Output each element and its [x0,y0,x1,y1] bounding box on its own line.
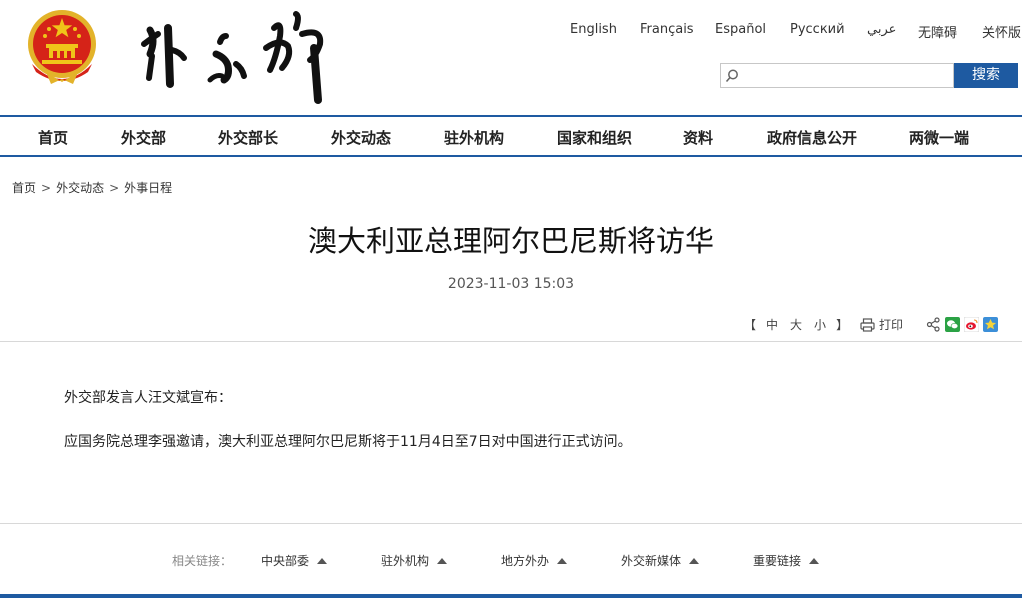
wechat-icon[interactable] [945,317,960,332]
ministry-calligraphy-logo[interactable] [138,8,334,106]
lang-russian-link[interactable]: Русский [790,22,845,37]
triangle-up-icon [317,558,328,564]
print-label: 打印 [879,318,904,332]
print-button[interactable]: 打印 [860,316,903,333]
nav-item-minister[interactable]: 外交部长 [218,127,278,148]
nav-item-ministry[interactable]: 外交部 [121,127,166,148]
triangle-up-icon [689,558,700,564]
nav-item-social-media[interactable]: 两微一端 [909,127,969,148]
search-field [720,63,954,88]
content-divider [0,341,1022,342]
font-bracket-close: 】 [836,318,849,332]
font-bracket-open: 【 [744,318,757,332]
footer-link-label: 驻外机构 [381,554,430,568]
footer-link-label: 中央部委 [261,554,310,568]
printer-icon [860,318,875,332]
font-size-medium[interactable]: 中 [766,318,778,332]
lang-arabic-link[interactable]: عربي [867,22,896,37]
footer-link-label: 重要链接 [753,554,802,568]
nav-item-gov-info[interactable]: 政府信息公开 [767,127,857,148]
font-size-small[interactable]: 小 [814,318,826,332]
footer-link-label: 地方外办 [501,554,550,568]
article-tools: 【中大小】 打印 [0,316,1022,334]
footer-link-local-foreign-affairs[interactable]: 地方外办 [501,552,568,569]
elderly-care-link[interactable]: 关怀版 [982,22,1021,41]
share-icon[interactable] [926,317,941,332]
triangle-up-icon [437,558,448,564]
related-links-footer: 相关链接： 中央部委 驻外机构 地方外办 外交新媒体 重要链接 [0,524,1022,598]
breadcrumb-home[interactable]: 首页 [12,181,36,195]
footer-bottom-bar [0,594,1022,598]
footer-link-new-media[interactable]: 外交新媒体 [621,552,700,569]
search-button[interactable]: 搜索 [954,63,1018,88]
language-bar: English Français Español Русский عربي 无障… [560,22,1022,41]
article-date: 2023-11-03 15:03 [447,276,575,292]
main-nav: 首页 外交部 外交部长 外交动态 驻外机构 国家和组织 资料 政府信息公开 两微… [0,115,1022,157]
accessibility-link[interactable]: 无障碍 [918,22,957,41]
article-body: 外交部发言人汪文斌宣布： 应国务院总理李强邀请，澳大利亚总理阿尔巴尼斯将于11月… [64,388,964,452]
national-emblem-icon[interactable] [24,8,100,86]
font-size-selector: 【中大小】 [740,316,852,333]
article-title: 澳大利亚总理阿尔巴尼斯将访华 [307,224,714,258]
breadcrumb-separator: > [109,181,120,195]
triangle-up-icon [809,558,820,564]
footer-link-important-links[interactable]: 重要链接 [753,552,820,569]
lang-spanish-link[interactable]: Español [715,22,766,37]
favorite-icon[interactable] [983,317,998,332]
nav-item-missions-abroad[interactable]: 驻外机构 [444,127,504,148]
breadcrumb-schedule[interactable]: 外事日程 [124,181,172,195]
nav-item-resources[interactable]: 资料 [683,127,713,148]
lang-french-link[interactable]: Français [640,22,694,37]
nav-item-home[interactable]: 首页 [38,127,68,148]
search-input[interactable] [741,66,949,85]
font-size-large[interactable]: 大 [790,318,802,332]
related-links-label: 相关链接： [172,554,233,568]
site-header: English Français Español Русский عربي 无障… [0,0,1022,116]
article-paragraph: 应国务院总理李强邀请，澳大利亚总理阿尔巴尼斯将于11月4日至7日对中国进行正式访… [64,434,632,450]
nav-item-diplomatic-news[interactable]: 外交动态 [331,127,391,148]
breadcrumb: 首页 > 外交动态 > 外事日程 [12,179,172,196]
breadcrumb-diplomatic-news[interactable]: 外交动态 [56,181,104,195]
breadcrumb-separator: > [41,181,52,195]
triangle-up-icon [557,558,568,564]
lang-english-link[interactable]: English [570,22,617,37]
nav-item-countries-organizations[interactable]: 国家和组织 [557,127,632,148]
search-icon [725,69,738,83]
footer-link-missions-abroad[interactable]: 驻外机构 [381,552,448,569]
weibo-icon[interactable] [964,317,979,332]
footer-link-label: 外交新媒体 [621,554,682,568]
footer-link-central-ministries[interactable]: 中央部委 [261,552,328,569]
article-paragraph: 外交部发言人汪文斌宣布： [64,390,232,406]
